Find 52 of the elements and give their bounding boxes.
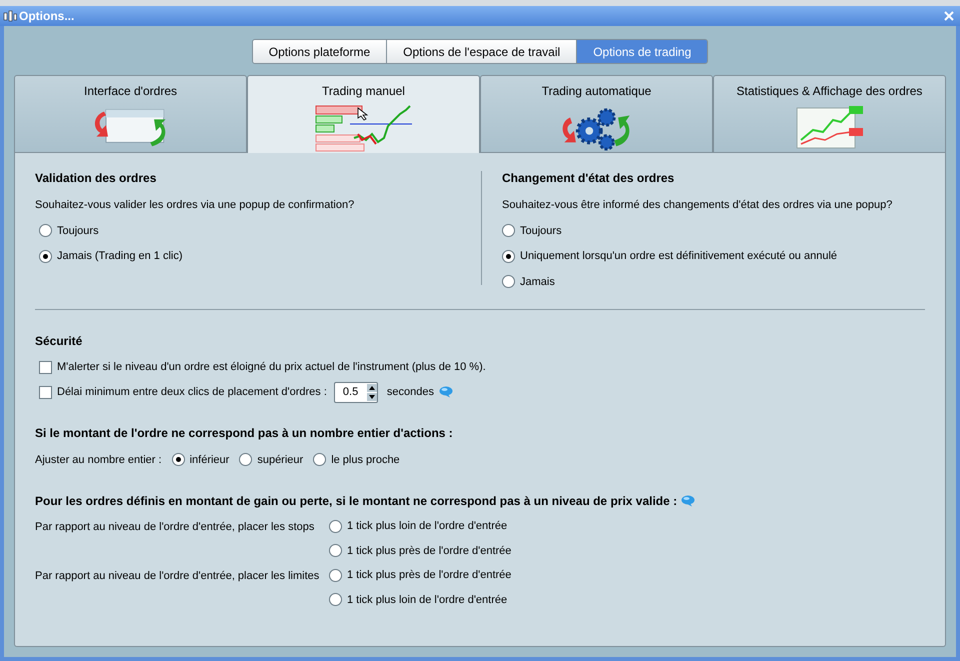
radio-label: 1 tick plus loin de l'ordre d'entrée bbox=[347, 519, 508, 534]
radio-button[interactable] bbox=[329, 520, 342, 533]
radio-label: le plus proche bbox=[331, 452, 400, 468]
close-icon[interactable] bbox=[944, 11, 954, 21]
checkbox[interactable] bbox=[39, 386, 52, 398]
radio-label: Jamais (Trading en 1 clic) bbox=[57, 249, 183, 264]
section-heading: Pour les ordres définis en montant de gain ou perte, si le montant ne correspond pas à un niveau de prix valide : bbox=[35, 493, 678, 510]
radio-button[interactable] bbox=[329, 593, 342, 606]
number-spinner[interactable]: 0.5 bbox=[334, 382, 378, 402]
field-label: Par rapport au niveau de l'ordre d'entrée, placer les stops bbox=[35, 520, 316, 535]
radio-button[interactable] bbox=[502, 224, 515, 238]
checkbox-label: Délai minimum entre deux clics de placement d'ordres : bbox=[57, 384, 327, 400]
radio-button[interactable] bbox=[172, 453, 185, 466]
section-heading: Validation des ordres bbox=[35, 170, 158, 187]
radio-label: supérieur bbox=[257, 452, 304, 468]
radio-label: Toujours bbox=[520, 224, 562, 238]
radio-button[interactable] bbox=[329, 568, 342, 582]
section-heading: Si le montant de l'ordre ne correspond pas à un nombre entier d'actions : bbox=[35, 424, 454, 442]
section-heading: Changement d'état des ordres bbox=[502, 170, 676, 187]
top-tab[interactable]: Options de trading bbox=[576, 40, 708, 63]
radio-label: Toujours bbox=[57, 224, 99, 238]
radio-label: 1 tick plus près de l'ordre d'entrée bbox=[347, 568, 512, 583]
radio-button[interactable] bbox=[239, 453, 252, 466]
window-title: Options... bbox=[19, 8, 74, 25]
section-tab[interactable]: Interface d'ordres bbox=[14, 75, 247, 153]
section-tab[interactable]: Statistiques & Affichage des ordres bbox=[713, 75, 946, 153]
radio-button[interactable] bbox=[329, 544, 342, 558]
checkbox[interactable] bbox=[39, 360, 52, 374]
checkbox-label: M'alerter si le niveau d'un ordre est éloigné du prix actuel de l'instrument (plus de 10 %). bbox=[57, 360, 486, 375]
radio-button[interactable] bbox=[313, 453, 326, 466]
radio-label: Uniquement lorsqu'un ordre est définitivement exécuté ou annulé bbox=[520, 249, 838, 264]
unit-label: secondes bbox=[386, 384, 434, 400]
radio-button[interactable] bbox=[502, 275, 515, 288]
radio-label: Jamais bbox=[520, 274, 555, 290]
radio-button[interactable] bbox=[502, 250, 515, 263]
question-text: Souhaitez-vous valider les ordres via une popup de confirmation? bbox=[35, 198, 356, 213]
radio-label: 1 tick plus près de l'ordre d'entrée bbox=[347, 544, 512, 558]
radio-label: inférieur bbox=[190, 452, 230, 468]
question-text: Souhaitez-vous être informé des changements d'état des ordres via une popup? bbox=[502, 198, 892, 213]
top-tab[interactable]: Options de l'espace de travail bbox=[386, 40, 576, 63]
section-tab[interactable]: Trading manuel bbox=[247, 75, 480, 154]
app-icon bbox=[3, 9, 17, 23]
radio-button[interactable] bbox=[39, 250, 52, 263]
field-label: Par rapport au niveau de l'ordre d'entrée, placer les limites bbox=[35, 569, 320, 584]
section-tab[interactable]: Trading automatique bbox=[480, 75, 713, 153]
spinner-arrows-icon[interactable] bbox=[366, 384, 377, 400]
line-chart-icon bbox=[794, 104, 864, 150]
radio-button[interactable] bbox=[39, 224, 52, 238]
field-label: Ajuster au nombre entier : bbox=[35, 452, 162, 468]
top-tab[interactable]: Options plateforme bbox=[252, 40, 386, 63]
section-heading: Sécurité bbox=[35, 333, 84, 350]
radio-label: 1 tick plus loin de l'ordre d'entrée bbox=[347, 592, 508, 608]
